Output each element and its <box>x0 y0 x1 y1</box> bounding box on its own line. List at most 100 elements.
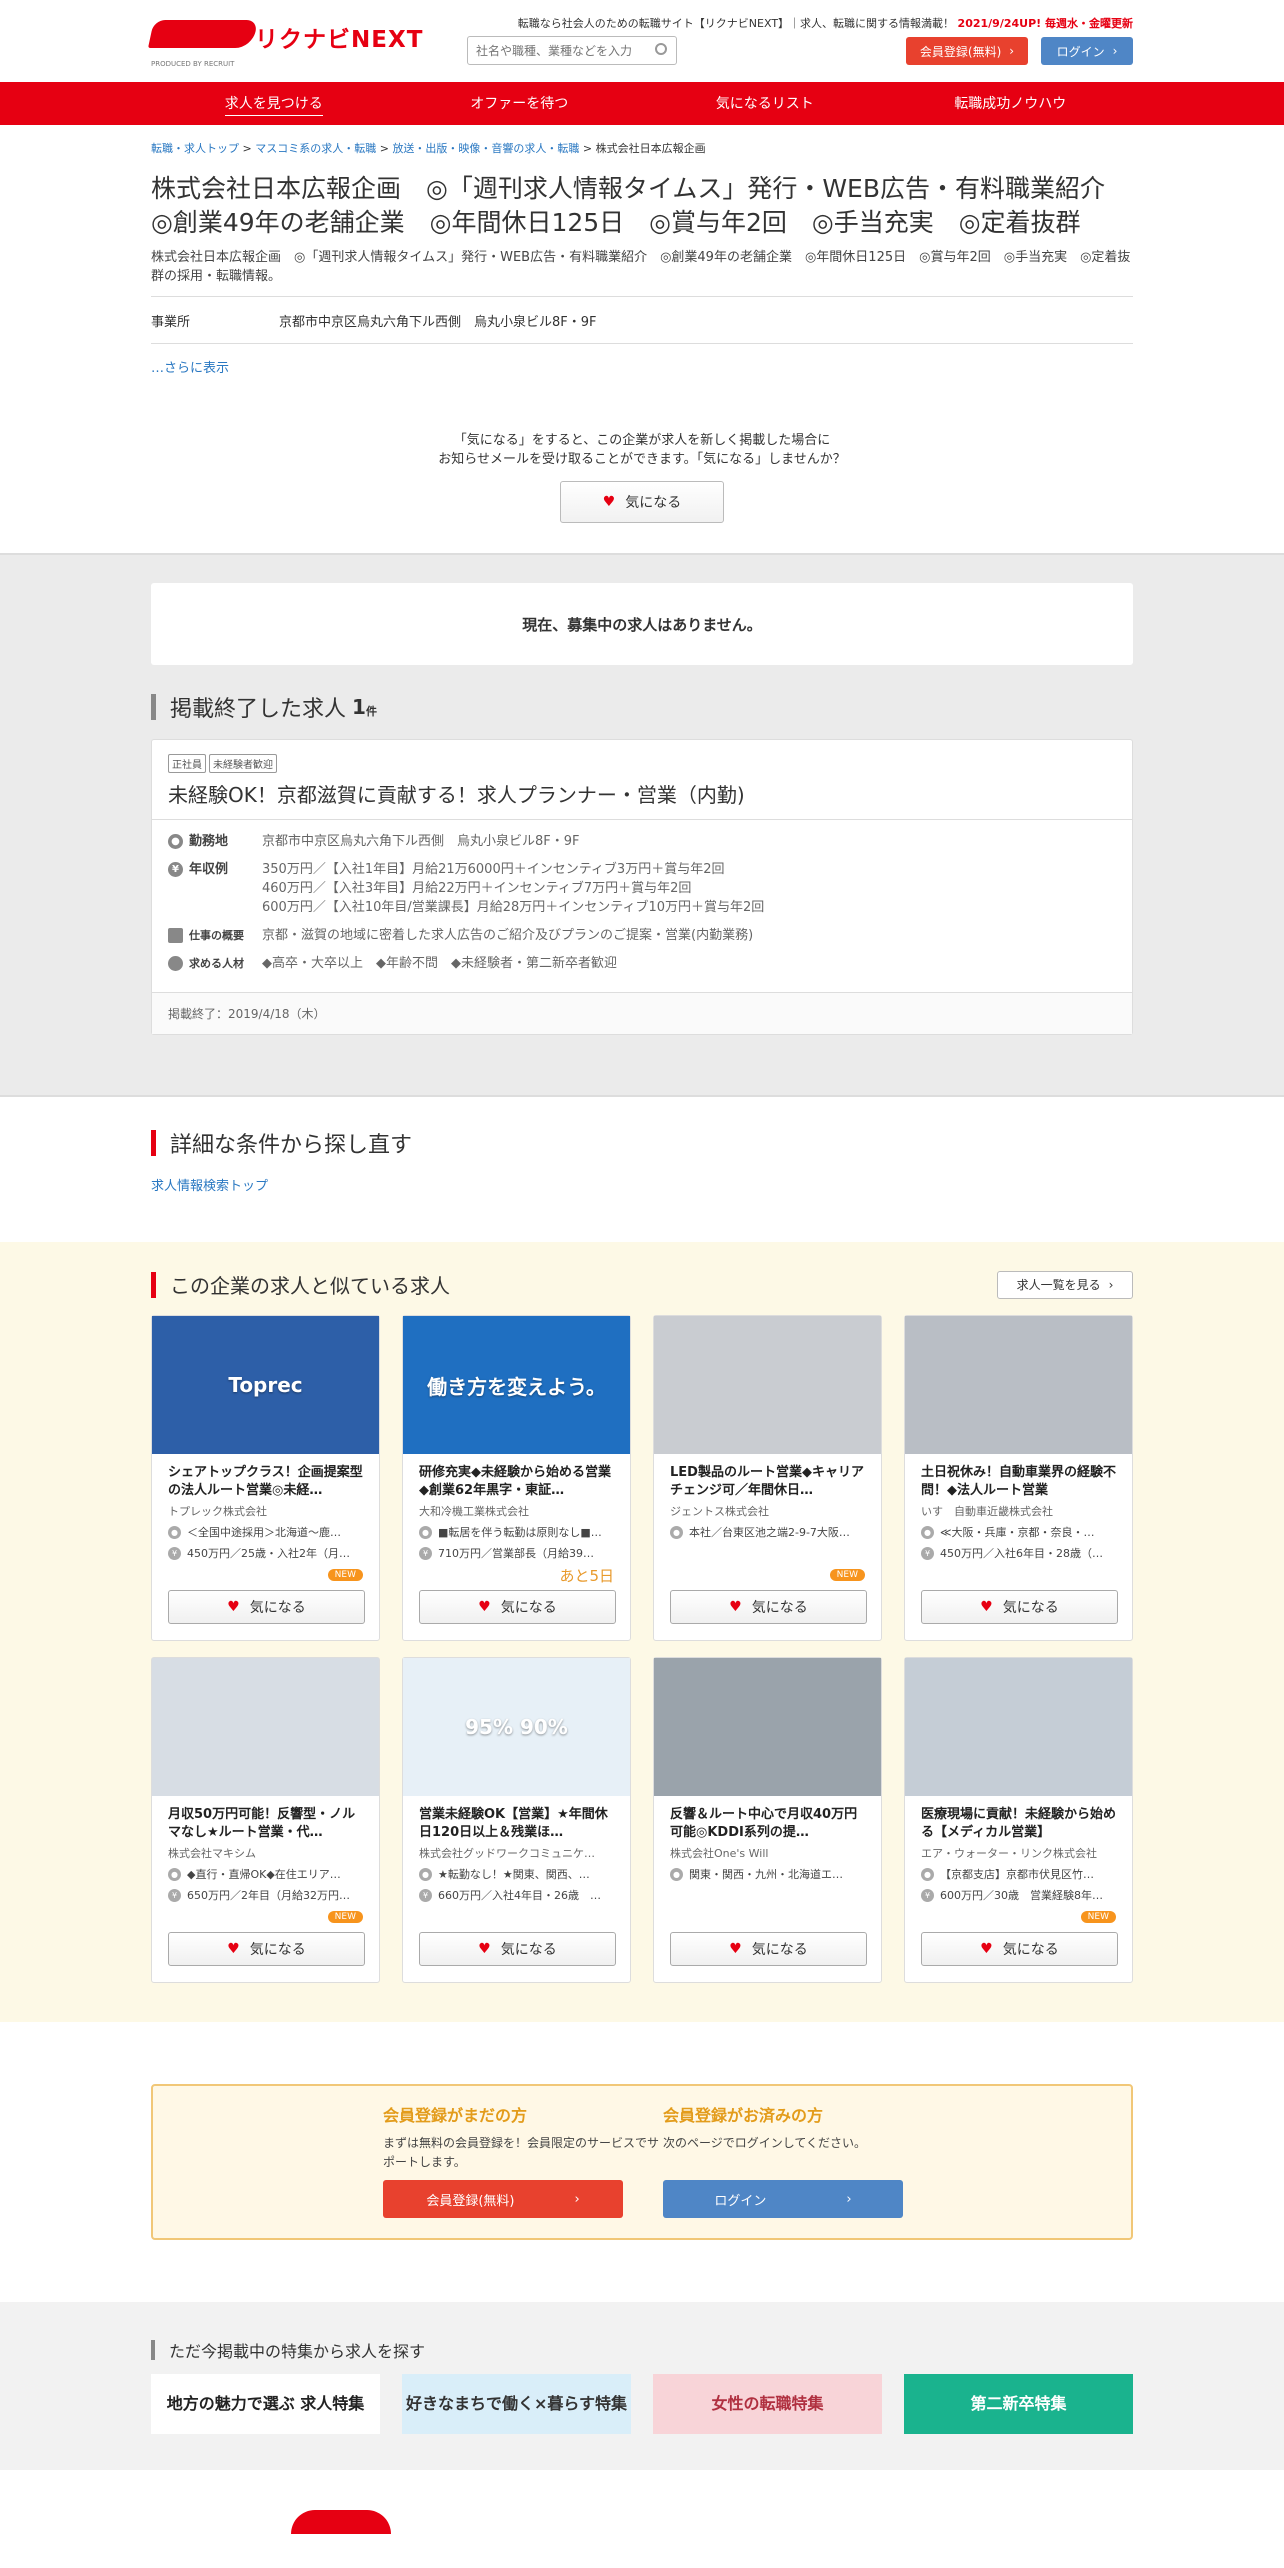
nav-label: オファーを待つ <box>470 96 569 112</box>
card-company: 株式会社マキシム <box>168 1847 256 1860</box>
new-badge: NEW <box>327 1911 363 1923</box>
job-title[interactable]: 未経験OK！京都滋賀に貢献する！求人プランナー・営業（内勤) <box>168 779 1116 808</box>
fav-label: 気になる <box>751 1600 808 1616</box>
job-thumbnail[interactable] <box>905 1316 1132 1454</box>
ended-job-card[interactable]: 正社員 未経験者歓迎 未経験OK！京都滋賀に貢献する！求人プランナー・営業（内勤)… <box>151 739 1133 1035</box>
footer-logo[interactable] <box>151 2510 391 2540</box>
chevron-right-icon: › <box>574 2191 580 2207</box>
show-more-link[interactable]: …さらに表示 <box>151 357 1133 376</box>
card-title[interactable]: 反響＆ルート中心で月収40万円可能◎KDDI系列の提… <box>654 1796 881 1842</box>
feature-banner-label: 好きなまちで働く×暮らす特集 <box>405 2394 628 2413</box>
card-fav-button[interactable]: ♥ 気になる <box>419 1590 616 1624</box>
new-badge: NEW <box>1080 1911 1116 1923</box>
job-thumbnail[interactable] <box>654 1658 881 1796</box>
job-thumbnail[interactable] <box>654 1316 881 1454</box>
register-label: 会員登録(無料) <box>919 44 1002 59</box>
job-card[interactable]: 医療現場に貢献！未経験から始める【メディカル営業】 エア・ウォーター・リンク株式… <box>904 1657 1133 1983</box>
ended-heading-text: 掲載終了した求人 <box>170 697 347 722</box>
top-info: 転職なら社会人のための転職サイト【リクナビNEXT】｜求人、転職に関する情報満載… <box>518 15 1133 31</box>
breadcrumb-link[interactable]: 転職・求人トップ <box>151 142 239 155</box>
tagline[interactable]: 転職なら社会人のための転職サイト【リクナビNEXT】｜求人、転職に関する情報満載… <box>518 17 954 30</box>
feature-banner[interactable]: 第二新卒特集 <box>904 2374 1133 2434</box>
location-pin-icon: ● <box>419 1867 432 1881</box>
nav-fav-list[interactable]: 気になるリスト <box>642 82 888 125</box>
job-thumbnail[interactable]: Toprec <box>152 1316 379 1454</box>
job-card[interactable]: 反響＆ルート中心で月収40万円可能◎KDDI系列の提… 株式会社One's Wi… <box>653 1657 882 1983</box>
nav-label: 求人を見つける <box>224 91 323 116</box>
card-fav-button[interactable]: ♥ 気になる <box>168 1932 365 1966</box>
search-top-link[interactable]: 求人情報検索トップ <box>151 1175 1133 1194</box>
briefcase-icon <box>168 928 183 943</box>
yen-icon: ¥ <box>921 1546 934 1560</box>
job-card[interactable]: Toprec シェアトップクラス！企画提案型の法人ルート営業◎未経… トプレック… <box>151 1315 380 1641</box>
search-icon[interactable] <box>655 43 667 55</box>
job-card[interactable]: 土日祝休み！自動車業界の経験不問！◆法人ルート営業 いす 自動車近畿株式会社 ●… <box>904 1315 1133 1641</box>
job-card[interactable]: 95% 90% 営業未経験OK【営業】★年間休日120日以上＆残業ほ… 株式会社… <box>402 1657 631 1983</box>
yen-icon: ¥ <box>168 1546 181 1560</box>
card-fav-button[interactable]: ♥ 気になる <box>419 1932 616 1966</box>
card-location: ＜全国中途採用＞北海道～鹿… <box>187 1526 341 1539</box>
card-fav-button[interactable]: ♥ 気になる <box>670 1590 867 1624</box>
nav-wait-offers[interactable]: オファーを待つ <box>397 82 643 125</box>
yen-icon: ¥ <box>921 1888 934 1902</box>
card-title[interactable]: 月収50万円可能！反響型・ノルマなし★ルート営業・代… <box>152 1796 379 1842</box>
job-thumbnail[interactable]: 95% 90% <box>403 1658 630 1796</box>
ended-heading: 掲載終了した求人 1 件 <box>151 691 1133 723</box>
feature-banner[interactable]: 女性の転職特集 <box>653 2374 882 2434</box>
job-tag: 未経験者歓迎 <box>209 754 277 773</box>
chevron-right-icon: › <box>846 2191 852 2207</box>
card-fav-button[interactable]: ♥ 気になる <box>168 1590 365 1624</box>
heading-bar <box>151 1271 156 1298</box>
card-pay: 660万円／入社4年目・26歳 … <box>438 1889 601 1902</box>
fav-label: 気になる <box>751 1942 808 1958</box>
login-button[interactable]: ログイン › <box>1041 37 1133 65</box>
card-title[interactable]: 営業未経験OK【営業】★年間休日120日以上＆残業ほ… <box>403 1796 630 1842</box>
feature-banner[interactable]: 地方の魅力で選ぶ 求人特集 <box>151 2374 380 2434</box>
card-title[interactable]: 医療現場に貢献！未経験から始める【メディカル営業】 <box>905 1796 1132 1842</box>
card-title[interactable]: LED製品のルート営業◆キャリアチェンジ可／年間休日… <box>654 1454 881 1500</box>
card-location: ■転居を伴う転勤は原則なし■… <box>438 1526 602 1539</box>
logo-text: リクナビNEXT <box>255 27 424 53</box>
site-logo[interactable]: リクナビNEXT PRODUCED BY RECRUIT <box>148 16 422 68</box>
nav-find-jobs[interactable]: 求人を見つける <box>151 82 397 125</box>
person-icon <box>168 956 183 971</box>
job-thumbnail[interactable] <box>152 1658 379 1796</box>
breadcrumb: 転職・求人トップ > マスコミ系の求人・転職 > 放送・出版・映像・音響の求人・… <box>151 142 706 155</box>
nav-knowhow[interactable]: 転職成功ノウハウ <box>888 82 1134 125</box>
features-grid: 地方の魅力で選ぶ 求人特集 好きなまちで働く×暮らす特集 女性の転職特集 第二新卒特集 <box>151 2374 1133 2434</box>
login-cta-button[interactable]: ログイン › <box>663 2180 903 2218</box>
register-button[interactable]: 会員登録(無料) › <box>906 37 1028 65</box>
card-fav-button[interactable]: ♥ 気になる <box>921 1590 1118 1624</box>
main-nav: 求人を見つける オファーを待つ 気になるリスト 転職成功ノウハウ <box>0 82 1284 125</box>
register-cta-button[interactable]: 会員登録(無料) › <box>383 2180 623 2218</box>
job-thumbnail[interactable]: 働き方を変えよう。 <box>403 1316 630 1454</box>
breadcrumb-link[interactable]: マスコミ系の求人・転職 <box>255 142 376 155</box>
thumb-text: 95% 90% <box>465 1715 568 1739</box>
footer-logo-swoosh <box>291 2510 391 2534</box>
heart-icon: ♥ <box>729 1599 742 1615</box>
card-company: トプレック株式会社 <box>168 1505 267 1518</box>
card-title[interactable]: シェアトップクラス！企画提案型の法人ルート営業◎未経… <box>152 1454 379 1500</box>
company-title: 株式会社日本広報企画 ◎「週刊求人情報タイムス」発行・WEB広告・有料職業紹介 … <box>151 174 1130 237</box>
card-fav-button[interactable]: ♥ 気になる <box>921 1932 1118 1966</box>
view-all-button[interactable]: 求人一覧を見る › <box>997 1270 1133 1299</box>
card-company: ジェントス株式会社 <box>670 1505 769 1518</box>
feature-banner[interactable]: 好きなまちで働く×暮らす特集 <box>402 2374 631 2434</box>
company-fav-button[interactable]: ♥ 気になる <box>560 481 724 523</box>
search-input[interactable] <box>467 36 677 65</box>
job-card[interactable]: 月収50万円可能！反響型・ノルマなし★ルート営業・代… 株式会社マキシム ● ◆直… <box>151 1657 380 1983</box>
breadcrumb-link[interactable]: 放送・出版・映像・音響の求人・転職 <box>392 142 579 155</box>
card-fav-button[interactable]: ♥ 気になる <box>670 1932 867 1966</box>
job-card[interactable]: 働き方を変えよう。 研修充実◆未経験から始める営業◆創業62年黒字・東証… 大和… <box>402 1315 631 1641</box>
job-card[interactable]: LED製品のルート営業◆キャリアチェンジ可／年間休日… ジェントス株式会社 ● 本… <box>653 1315 882 1641</box>
card-title[interactable]: 研修充実◆未経験から始める営業◆創業62年黒字・東証… <box>403 1454 630 1500</box>
card-pay: 650万円／2年目（月給32万円… <box>187 1889 350 1902</box>
card-title[interactable]: 土日祝休み！自動車業界の経験不問！◆法人ルート営業 <box>905 1454 1132 1500</box>
job-row-label: 年収例 <box>189 862 229 877</box>
heart-icon: ♥ <box>980 1941 993 1957</box>
fav-label: 気になる <box>249 1942 306 1958</box>
heart-icon: ♥ <box>227 1599 240 1615</box>
new-badge: NEW <box>829 1569 865 1581</box>
job-thumbnail[interactable] <box>905 1658 1132 1796</box>
heart-icon: ♥ <box>729 1941 742 1957</box>
